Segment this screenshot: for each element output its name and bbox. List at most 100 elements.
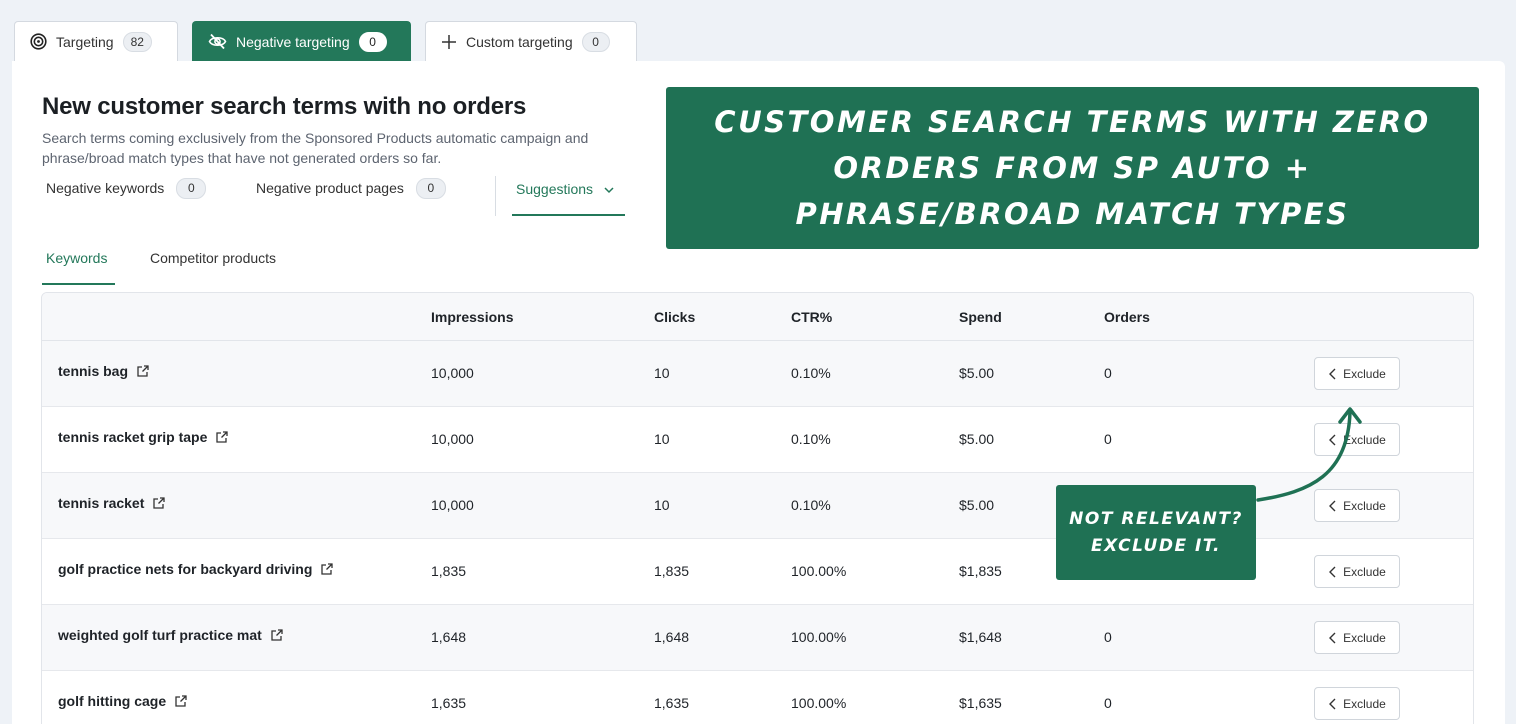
cell-ctr: 100.00% bbox=[791, 563, 847, 579]
tab-label: Custom targeting bbox=[466, 33, 573, 50]
cell-spend: $5.00 bbox=[959, 497, 995, 513]
chevron-down-icon bbox=[603, 181, 615, 199]
search-term: tennis racket grip tape bbox=[58, 429, 208, 445]
table-row: golf practice nets for backyard driving 1… bbox=[42, 539, 1473, 605]
search-term: weighted golf turf practice mat bbox=[58, 627, 262, 643]
tab-custom-targeting[interactable]: Custom targeting 0 bbox=[425, 21, 637, 61]
search-term-link[interactable]: golf practice nets for backyard driving bbox=[58, 561, 334, 577]
annotation-banner-text: Customer search terms with zero orders f… bbox=[714, 105, 1431, 231]
cell-impressions: 10,000 bbox=[431, 365, 474, 381]
negative-keywords-link[interactable]: Negative keywords 0 bbox=[46, 176, 207, 200]
chevron-left-icon bbox=[1328, 566, 1337, 578]
eye-off-icon bbox=[208, 33, 227, 50]
header-ctr[interactable]: CTR% bbox=[791, 309, 832, 325]
cell-spend: $1,835 bbox=[959, 563, 1002, 579]
exclude-button[interactable]: Exclude bbox=[1314, 687, 1400, 720]
cell-impressions: 1,648 bbox=[431, 629, 467, 645]
cell-ctr: 0.10% bbox=[791, 497, 831, 513]
exclude-label: Exclude bbox=[1343, 696, 1386, 711]
table-header: Impressions Clicks CTR% Spend Orders bbox=[42, 293, 1473, 341]
chevron-left-icon bbox=[1328, 698, 1337, 710]
search-term-link[interactable]: weighted golf turf practice mat bbox=[58, 627, 284, 643]
search-term-link[interactable]: tennis bag bbox=[58, 363, 150, 379]
header-spend[interactable]: Spend bbox=[959, 309, 1002, 325]
search-term-link[interactable]: tennis racket bbox=[58, 495, 166, 511]
external-link-icon[interactable] bbox=[320, 562, 334, 576]
cell-spend: $1,648 bbox=[959, 629, 1002, 645]
annotation-banner: Customer search terms with zero orders f… bbox=[666, 87, 1479, 249]
cell-impressions: 10,000 bbox=[431, 497, 474, 513]
header-orders[interactable]: Orders bbox=[1104, 309, 1150, 325]
cell-clicks: 10 bbox=[654, 431, 670, 447]
cell-clicks: 1,648 bbox=[654, 629, 690, 645]
cell-clicks: 1,835 bbox=[654, 563, 690, 579]
cell-orders: 0 bbox=[1104, 629, 1112, 645]
callout-line-2: Exclude it. bbox=[1091, 535, 1221, 556]
negative-product-pages-link[interactable]: Negative product pages 0 bbox=[256, 176, 446, 200]
header-clicks[interactable]: Clicks bbox=[654, 309, 695, 325]
exclude-label: Exclude bbox=[1343, 564, 1386, 579]
negative-product-pages-count: 0 bbox=[415, 177, 446, 199]
search-term: golf hitting cage bbox=[58, 693, 167, 709]
plus-icon bbox=[441, 34, 457, 50]
external-link-icon[interactable] bbox=[152, 496, 166, 510]
table-row: tennis bag 10,000 10 0.10% $5.00 0 Exclude bbox=[42, 341, 1473, 407]
annotation-arrow bbox=[1256, 407, 1362, 502]
page-description: Search terms coming exclusively from the… bbox=[42, 130, 589, 166]
negative-product-pages-label: Negative product pages bbox=[256, 180, 404, 196]
tab-targeting[interactable]: Targeting 82 bbox=[14, 21, 178, 61]
cell-ctr: 100.00% bbox=[791, 629, 847, 645]
cell-clicks: 1,635 bbox=[654, 695, 690, 711]
cell-spend: $1,635 bbox=[959, 695, 1002, 711]
exclude-label: Exclude bbox=[1343, 630, 1386, 645]
table-row: golf hitting cage 1,635 1,635 100.00% $1,635… bbox=[42, 671, 1473, 724]
cell-impressions: 10,000 bbox=[431, 431, 474, 447]
cell-orders: 0 bbox=[1104, 365, 1112, 381]
search-term: tennis bag bbox=[58, 363, 129, 379]
chevron-left-icon bbox=[1328, 368, 1337, 380]
annotation-callout: Not relevant? Exclude it. bbox=[1056, 485, 1256, 580]
exclude-button[interactable]: Exclude bbox=[1314, 555, 1400, 588]
cell-orders: 0 bbox=[1104, 695, 1112, 711]
cell-clicks: 10 bbox=[654, 365, 670, 381]
exclude-button[interactable]: Exclude bbox=[1314, 357, 1400, 390]
callout-line-1: Not relevant? bbox=[1069, 508, 1243, 529]
table-row: weighted golf turf practice mat 1,648 1,64… bbox=[42, 605, 1473, 671]
chevron-left-icon bbox=[1328, 632, 1337, 644]
cell-ctr: 0.10% bbox=[791, 365, 831, 381]
cell-spend: $5.00 bbox=[959, 365, 995, 381]
tab-count-badge: 82 bbox=[122, 31, 152, 52]
tab-label: Negative targeting bbox=[236, 33, 350, 50]
cell-impressions: 1,835 bbox=[431, 563, 467, 579]
suggestions-dropdown[interactable]: Suggestions bbox=[512, 176, 625, 216]
tab-label: Targeting bbox=[56, 33, 114, 50]
tab-count-badge: 0 bbox=[581, 31, 610, 52]
search-term-link[interactable]: tennis racket grip tape bbox=[58, 429, 229, 445]
page-title: New customer search terms with no orders bbox=[42, 93, 527, 120]
search-term: golf practice nets for backyard driving bbox=[58, 561, 313, 577]
cell-clicks: 10 bbox=[654, 497, 670, 513]
external-link-icon[interactable] bbox=[270, 628, 284, 642]
cell-spend: $5.00 bbox=[959, 431, 995, 447]
external-link-icon[interactable] bbox=[136, 364, 150, 378]
cell-ctr: 0.10% bbox=[791, 431, 831, 447]
exclude-button[interactable]: Exclude bbox=[1314, 621, 1400, 654]
divider bbox=[495, 176, 496, 216]
external-link-icon[interactable] bbox=[215, 430, 229, 444]
tab-negative-targeting[interactable]: Negative targeting 0 bbox=[192, 21, 411, 61]
external-link-icon[interactable] bbox=[174, 694, 188, 708]
target-icon bbox=[30, 33, 47, 50]
cell-orders: 0 bbox=[1104, 431, 1112, 447]
tab-keywords[interactable]: Keywords bbox=[42, 246, 115, 285]
search-term: tennis racket bbox=[58, 495, 145, 511]
cell-ctr: 100.00% bbox=[791, 695, 847, 711]
search-term-link[interactable]: golf hitting cage bbox=[58, 693, 188, 709]
exclude-label: Exclude bbox=[1343, 366, 1386, 381]
suggestions-label: Suggestions bbox=[516, 181, 594, 197]
cell-impressions: 1,635 bbox=[431, 695, 467, 711]
negative-keywords-label: Negative keywords bbox=[46, 180, 165, 196]
tab-count-badge: 0 bbox=[358, 31, 387, 52]
tab-competitor-products[interactable]: Competitor products bbox=[150, 246, 276, 285]
header-impressions[interactable]: Impressions bbox=[431, 309, 513, 325]
negative-keywords-count: 0 bbox=[176, 177, 207, 199]
